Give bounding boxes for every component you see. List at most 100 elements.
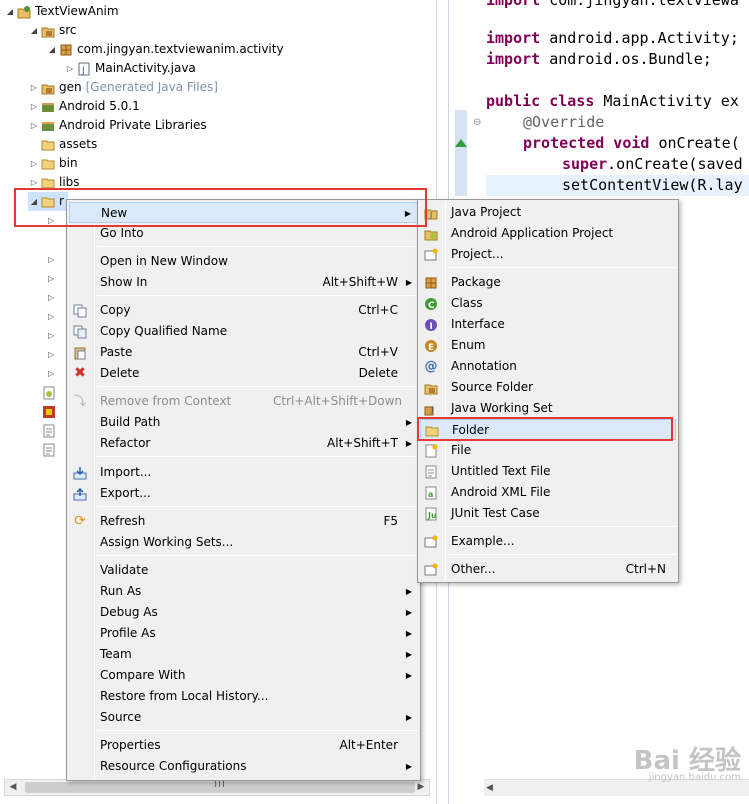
image-file-icon bbox=[42, 402, 56, 421]
menu-separator bbox=[97, 506, 418, 507]
collapse-arrow-icon[interactable]: ▷ bbox=[28, 97, 40, 116]
tree-item-bin[interactable]: ▷ bin bbox=[28, 154, 78, 173]
submenu-item-source-folder[interactable]: Source Folder bbox=[420, 377, 676, 398]
menu-item-refactor[interactable]: Refactor Alt+Shift+T ▶ bbox=[69, 433, 418, 454]
annotation-icon: @ bbox=[424, 359, 438, 374]
tree-item-label: TextViewAnim bbox=[35, 4, 119, 18]
submenu-item-java-working-set[interactable]: J Java Working Set bbox=[420, 398, 676, 419]
submenu-item-enum[interactable]: E Enum bbox=[420, 335, 676, 356]
svg-text:J: J bbox=[81, 66, 85, 76]
overview-ruler bbox=[455, 110, 467, 196]
menu-separator bbox=[448, 526, 676, 527]
collapse-arrow-icon[interactable]: ▷ bbox=[28, 78, 40, 97]
submenu-item-project[interactable]: Project... bbox=[420, 244, 676, 265]
submenu-item-other[interactable]: Other... Ctrl+N bbox=[420, 559, 676, 580]
collapse-arrow-icon[interactable]: ▷ bbox=[28, 154, 40, 173]
menu-item-delete[interactable]: ✖ Delete Delete bbox=[69, 363, 418, 384]
collapse-arrow-icon[interactable]: ▷ bbox=[48, 250, 54, 269]
menu-item-restore-local-history[interactable]: Restore from Local History... bbox=[69, 686, 418, 707]
scrollbar-thumb[interactable]: III bbox=[25, 779, 415, 793]
tree-item-assets[interactable]: assets bbox=[40, 135, 97, 154]
submenu-item-file[interactable]: File bbox=[420, 440, 676, 461]
tree-item-label: bin bbox=[59, 156, 78, 170]
menu-item-source[interactable]: Source ▶ bbox=[69, 707, 418, 728]
expand-arrow-icon[interactable]: ◢ bbox=[28, 21, 40, 40]
menu-item-copy[interactable]: Copy Ctrl+C bbox=[69, 300, 418, 321]
submenu-item-interface[interactable]: I Interface bbox=[420, 314, 676, 335]
menu-item-paste[interactable]: Paste Ctrl+V bbox=[69, 342, 418, 363]
tree-item-gen[interactable]: ▷ gen [Generated Java Files] bbox=[28, 78, 218, 97]
collapse-arrow-icon[interactable]: ▷ bbox=[48, 288, 54, 307]
code-line: @Override bbox=[523, 113, 605, 131]
junit-icon: Ju bbox=[422, 505, 440, 522]
svg-text:E: E bbox=[428, 343, 434, 353]
menu-item-run-as[interactable]: Run As ▶ bbox=[69, 581, 418, 602]
explorer-horizontal-scrollbar[interactable]: ◀ III ▶ bbox=[4, 779, 430, 796]
collapse-arrow-icon[interactable]: ▷ bbox=[48, 269, 54, 288]
submenu-item-class[interactable]: C Class bbox=[420, 293, 676, 314]
menu-item-refresh[interactable]: ⟳ Refresh F5 bbox=[69, 511, 418, 532]
scroll-left-arrow-icon[interactable]: ◀ bbox=[5, 780, 21, 795]
expand-arrow-icon[interactable]: ◢ bbox=[4, 2, 16, 21]
override-marker-icon[interactable] bbox=[455, 139, 467, 147]
menu-item-copy-qualified-name[interactable]: Copy Qualified Name bbox=[69, 321, 418, 342]
submenu-arrow-icon: ▶ bbox=[405, 418, 412, 427]
project-icon bbox=[422, 246, 440, 263]
tree-item-android-sdk[interactable]: ▷ Android 5.0.1 bbox=[28, 97, 140, 116]
menu-item-open-in-new-window[interactable]: Open in New Window bbox=[69, 251, 418, 272]
menu-item-show-in[interactable]: Show In Alt+Shift+W ▶ bbox=[69, 272, 418, 293]
class-icon: C bbox=[422, 295, 440, 312]
expand-arrow-icon[interactable]: ◢ bbox=[46, 40, 58, 59]
menu-item-properties[interactable]: Properties Alt+Enter bbox=[69, 735, 418, 756]
java-file-icon: J bbox=[76, 61, 92, 77]
collapse-arrow-icon[interactable]: ▷ bbox=[64, 59, 76, 78]
collapse-arrow-icon[interactable]: ▷ bbox=[48, 326, 54, 345]
submenu-item-example[interactable]: Example... bbox=[420, 531, 676, 552]
submenu-item-junit-test-case[interactable]: Ju JUnit Test Case bbox=[420, 503, 676, 524]
submenu-arrow-icon: ▶ bbox=[405, 587, 412, 596]
menu-item-remove-from-context: ⤵ Remove from Context Ctrl+Alt+Shift+Dow… bbox=[69, 391, 418, 412]
submenu-item-untitled-text-file[interactable]: Untitled Text File bbox=[420, 461, 676, 482]
project-icon bbox=[16, 4, 32, 20]
submenu-item-android-xml-file[interactable]: a Android XML File bbox=[420, 482, 676, 503]
tree-item-label: Android Private Libraries bbox=[59, 118, 207, 132]
menu-item-export[interactable]: Export... bbox=[69, 483, 418, 504]
menu-separator bbox=[448, 554, 676, 555]
tree-item-src[interactable]: ◢ src bbox=[28, 21, 77, 40]
menu-item-validate[interactable]: Validate bbox=[69, 560, 418, 581]
delete-icon: ✖ bbox=[74, 365, 86, 381]
svg-text:C: C bbox=[428, 301, 435, 311]
scroll-left-arrow-icon[interactable]: ◀ bbox=[486, 780, 493, 797]
menu-item-assign-working-sets[interactable]: Assign Working Sets... bbox=[69, 532, 418, 553]
package-icon bbox=[422, 274, 440, 291]
collapse-arrow-icon[interactable]: ▷ bbox=[48, 364, 54, 383]
menu-item-resource-configurations[interactable]: Resource Configurations ▶ bbox=[69, 756, 418, 777]
folder-icon bbox=[40, 156, 56, 172]
submenu-item-package[interactable]: Package bbox=[420, 272, 676, 293]
collapse-arrow-icon[interactable]: ▷ bbox=[28, 116, 40, 135]
menu-item-debug-as[interactable]: Debug As ▶ bbox=[69, 602, 418, 623]
collapse-arrow-icon[interactable]: ▷ bbox=[48, 345, 54, 364]
menu-item-import[interactable]: Import... bbox=[69, 462, 418, 483]
menu-item-compare-with[interactable]: Compare With ▶ bbox=[69, 665, 418, 686]
fold-toggle-icon[interactable]: ⊖ bbox=[473, 117, 481, 128]
tree-item-package[interactable]: ◢ com.jingyan.textviewanim.activity bbox=[46, 40, 284, 59]
tree-item-label: gen bbox=[59, 80, 82, 94]
menu-item-build-path[interactable]: Build Path ▶ bbox=[69, 412, 418, 433]
file-icon bbox=[422, 442, 440, 459]
tree-item-mainactivity[interactable]: ▷ J MainActivity.java bbox=[64, 59, 196, 78]
tree-item-private-libs[interactable]: ▷ Android Private Libraries bbox=[28, 116, 207, 135]
submenu-item-annotation[interactable]: @ Annotation bbox=[420, 356, 676, 377]
menu-separator bbox=[448, 267, 676, 268]
tree-item-project[interactable]: ◢ TextViewAnim bbox=[4, 2, 119, 21]
working-set-icon: J bbox=[422, 400, 440, 417]
menu-separator bbox=[97, 555, 418, 556]
tree-item-decoration: [Generated Java Files] bbox=[85, 80, 218, 94]
scroll-right-arrow-icon[interactable]: ▶ bbox=[413, 780, 429, 795]
code-line: import android.app.Activity; bbox=[486, 29, 739, 47]
menu-item-team[interactable]: Team ▶ bbox=[69, 644, 418, 665]
collapse-arrow-icon[interactable]: ▷ bbox=[48, 307, 54, 326]
menu-item-profile-as[interactable]: Profile As ▶ bbox=[69, 623, 418, 644]
submenu-item-android-application-project[interactable]: Android Application Project bbox=[420, 223, 676, 244]
submenu-item-java-project[interactable]: J Java Project bbox=[420, 202, 676, 223]
